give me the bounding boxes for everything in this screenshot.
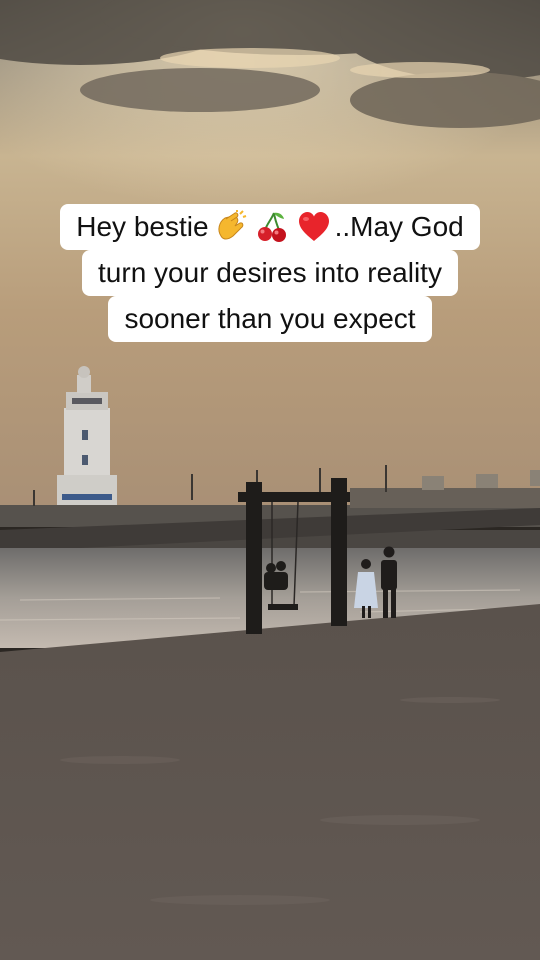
clapping-hands-icon — [217, 210, 246, 240]
caption-line-1-text: Hey bestie — [76, 211, 209, 242]
video-frame: Hey bestie ..May God turn your desires i… — [0, 0, 540, 960]
caption-line-1: Hey bestie ..May God — [60, 204, 480, 250]
cherries-icon — [257, 212, 286, 242]
beach-sand — [0, 604, 540, 960]
caption-line-1-tail: ..May God — [334, 211, 464, 242]
caption-line-2: turn your desires into reality — [82, 250, 458, 296]
caption-overlay: Hey bestie ..May God turn your desires i… — [0, 204, 540, 342]
caption-line-3: sooner than you expect — [108, 296, 432, 342]
red-heart-icon — [298, 212, 329, 241]
beach-sunset-photo — [0, 0, 540, 960]
